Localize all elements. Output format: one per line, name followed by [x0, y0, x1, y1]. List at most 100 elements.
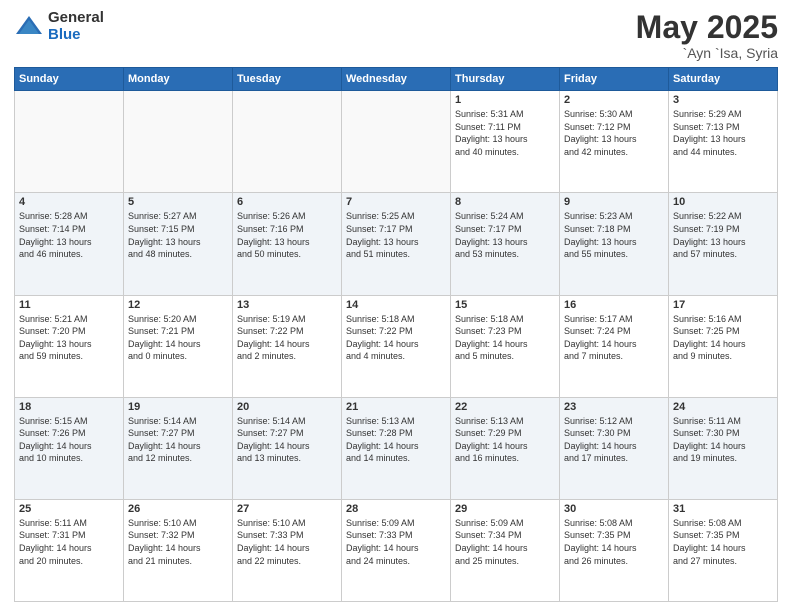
day-number: 21 [346, 401, 446, 413]
day-info: Sunrise: 5:09 AM Sunset: 7:34 PM Dayligh… [455, 517, 555, 567]
day-cell-1-1: 5 Sunrise: 5:27 AM Sunset: 7:15 PM Daylig… [124, 193, 233, 295]
day-cell-2-2: 13 Sunrise: 5:19 AM Sunset: 7:22 PM Dayli… [233, 295, 342, 397]
day-number: 4 [19, 196, 119, 208]
title-location: `Ayn `Isa, Syria [636, 45, 778, 61]
day-number: 22 [455, 401, 555, 413]
day-number: 30 [564, 503, 664, 515]
day-number: 13 [237, 299, 337, 311]
day-info: Sunrise: 5:26 AM Sunset: 7:16 PM Dayligh… [237, 210, 337, 260]
day-cell-2-3: 14 Sunrise: 5:18 AM Sunset: 7:22 PM Dayli… [342, 295, 451, 397]
day-info: Sunrise: 5:18 AM Sunset: 7:23 PM Dayligh… [455, 313, 555, 363]
day-info: Sunrise: 5:11 AM Sunset: 7:31 PM Dayligh… [19, 517, 119, 567]
col-saturday: Saturday [669, 68, 778, 91]
day-info: Sunrise: 5:09 AM Sunset: 7:33 PM Dayligh… [346, 517, 446, 567]
day-info: Sunrise: 5:17 AM Sunset: 7:24 PM Dayligh… [564, 313, 664, 363]
day-cell-4-5: 30 Sunrise: 5:08 AM Sunset: 7:35 PM Dayli… [560, 499, 669, 601]
col-thursday: Thursday [451, 68, 560, 91]
day-number: 24 [673, 401, 773, 413]
day-number: 9 [564, 196, 664, 208]
day-cell-1-0: 4 Sunrise: 5:28 AM Sunset: 7:14 PM Daylig… [15, 193, 124, 295]
day-cell-4-6: 31Sunrise: 5:08 AM Sunset: 7:35 PM Dayli… [669, 499, 778, 601]
day-info: Sunrise: 5:23 AM Sunset: 7:18 PM Dayligh… [564, 210, 664, 260]
day-info: Sunrise: 5:31 AM Sunset: 7:11 PM Dayligh… [455, 108, 555, 158]
day-info: Sunrise: 5:19 AM Sunset: 7:22 PM Dayligh… [237, 313, 337, 363]
day-info: Sunrise: 5:30 AM Sunset: 7:12 PM Dayligh… [564, 108, 664, 158]
logo: General Blue [14, 10, 104, 43]
day-info: Sunrise: 5:24 AM Sunset: 7:17 PM Dayligh… [455, 210, 555, 260]
day-number: 20 [237, 401, 337, 413]
col-monday: Monday [124, 68, 233, 91]
day-number: 18 [19, 401, 119, 413]
logo-general-text: General [48, 10, 104, 27]
day-number: 15 [455, 299, 555, 311]
day-info: Sunrise: 5:10 AM Sunset: 7:32 PM Dayligh… [128, 517, 228, 567]
day-info: Sunrise: 5:14 AM Sunset: 7:27 PM Dayligh… [237, 415, 337, 465]
day-info: Sunrise: 5:20 AM Sunset: 7:21 PM Dayligh… [128, 313, 228, 363]
day-info: Sunrise: 5:13 AM Sunset: 7:28 PM Dayligh… [346, 415, 446, 465]
day-cell-1-2: 6 Sunrise: 5:26 AM Sunset: 7:16 PM Daylig… [233, 193, 342, 295]
day-cell-2-1: 12 Sunrise: 5:20 AM Sunset: 7:21 PM Dayli… [124, 295, 233, 397]
week-row-4: 25Sunrise: 5:11 AM Sunset: 7:31 PM Dayli… [15, 499, 778, 601]
day-cell-3-6: 24 Sunrise: 5:11 AM Sunset: 7:30 PM Dayli… [669, 397, 778, 499]
title-month: May 2025 [636, 10, 778, 45]
day-info: Sunrise: 5:14 AM Sunset: 7:27 PM Dayligh… [128, 415, 228, 465]
day-cell-0-1 [124, 91, 233, 193]
day-number: 26 [128, 503, 228, 515]
day-number: 12 [128, 299, 228, 311]
day-cell-4-1: 26 Sunrise: 5:10 AM Sunset: 7:32 PM Dayli… [124, 499, 233, 601]
day-number: 1 [455, 94, 555, 106]
day-info: Sunrise: 5:11 AM Sunset: 7:30 PM Dayligh… [673, 415, 773, 465]
day-cell-3-3: 21 Sunrise: 5:13 AM Sunset: 7:28 PM Dayli… [342, 397, 451, 499]
day-number: 6 [237, 196, 337, 208]
day-info: Sunrise: 5:15 AM Sunset: 7:26 PM Dayligh… [19, 415, 119, 465]
day-info: Sunrise: 5:13 AM Sunset: 7:29 PM Dayligh… [455, 415, 555, 465]
day-number: 14 [346, 299, 446, 311]
week-row-0: 1 Sunrise: 5:31 AM Sunset: 7:11 PM Daylig… [15, 91, 778, 193]
day-info: Sunrise: 5:08 AM Sunset: 7:35 PM Dayligh… [673, 517, 773, 567]
logo-text: General Blue [48, 10, 104, 43]
day-info: Sunrise: 5:10 AM Sunset: 7:33 PM Dayligh… [237, 517, 337, 567]
day-number: 29 [455, 503, 555, 515]
day-number: 23 [564, 401, 664, 413]
col-sunday: Sunday [15, 68, 124, 91]
day-number: 28 [346, 503, 446, 515]
day-info: Sunrise: 5:22 AM Sunset: 7:19 PM Dayligh… [673, 210, 773, 260]
day-cell-4-0: 25Sunrise: 5:11 AM Sunset: 7:31 PM Dayli… [15, 499, 124, 601]
day-info: Sunrise: 5:08 AM Sunset: 7:35 PM Dayligh… [564, 517, 664, 567]
day-cell-4-3: 28 Sunrise: 5:09 AM Sunset: 7:33 PM Dayli… [342, 499, 451, 601]
page: General Blue May 2025 `Ayn `Isa, Syria S… [0, 0, 792, 612]
day-number: 16 [564, 299, 664, 311]
day-cell-0-5: 2 Sunrise: 5:30 AM Sunset: 7:12 PM Daylig… [560, 91, 669, 193]
week-row-1: 4 Sunrise: 5:28 AM Sunset: 7:14 PM Daylig… [15, 193, 778, 295]
day-number: 8 [455, 196, 555, 208]
day-number: 11 [19, 299, 119, 311]
day-cell-3-2: 20 Sunrise: 5:14 AM Sunset: 7:27 PM Dayli… [233, 397, 342, 499]
day-cell-1-4: 8 Sunrise: 5:24 AM Sunset: 7:17 PM Daylig… [451, 193, 560, 295]
day-info: Sunrise: 5:18 AM Sunset: 7:22 PM Dayligh… [346, 313, 446, 363]
day-number: 7 [346, 196, 446, 208]
day-cell-3-0: 18 Sunrise: 5:15 AM Sunset: 7:26 PM Dayli… [15, 397, 124, 499]
day-number: 2 [564, 94, 664, 106]
day-info: Sunrise: 5:27 AM Sunset: 7:15 PM Dayligh… [128, 210, 228, 260]
day-info: Sunrise: 5:28 AM Sunset: 7:14 PM Dayligh… [19, 210, 119, 260]
calendar-table: Sunday Monday Tuesday Wednesday Thursday… [14, 67, 778, 602]
day-number: 17 [673, 299, 773, 311]
day-info: Sunrise: 5:29 AM Sunset: 7:13 PM Dayligh… [673, 108, 773, 158]
col-friday: Friday [560, 68, 669, 91]
day-cell-2-5: 16 Sunrise: 5:17 AM Sunset: 7:24 PM Dayli… [560, 295, 669, 397]
day-number: 19 [128, 401, 228, 413]
logo-icon [14, 12, 44, 42]
day-cell-3-4: 22 Sunrise: 5:13 AM Sunset: 7:29 PM Dayli… [451, 397, 560, 499]
day-number: 27 [237, 503, 337, 515]
day-cell-0-3 [342, 91, 451, 193]
day-info: Sunrise: 5:12 AM Sunset: 7:30 PM Dayligh… [564, 415, 664, 465]
day-number: 5 [128, 196, 228, 208]
week-row-3: 18 Sunrise: 5:15 AM Sunset: 7:26 PM Dayli… [15, 397, 778, 499]
day-cell-1-5: 9 Sunrise: 5:23 AM Sunset: 7:18 PM Daylig… [560, 193, 669, 295]
logo-blue-text: Blue [48, 27, 104, 44]
day-cell-0-6: 3Sunrise: 5:29 AM Sunset: 7:13 PM Daylig… [669, 91, 778, 193]
day-cell-4-2: 27 Sunrise: 5:10 AM Sunset: 7:33 PM Dayli… [233, 499, 342, 601]
day-number: 10 [673, 196, 773, 208]
day-cell-4-4: 29 Sunrise: 5:09 AM Sunset: 7:34 PM Dayli… [451, 499, 560, 601]
day-info: Sunrise: 5:21 AM Sunset: 7:20 PM Dayligh… [19, 313, 119, 363]
